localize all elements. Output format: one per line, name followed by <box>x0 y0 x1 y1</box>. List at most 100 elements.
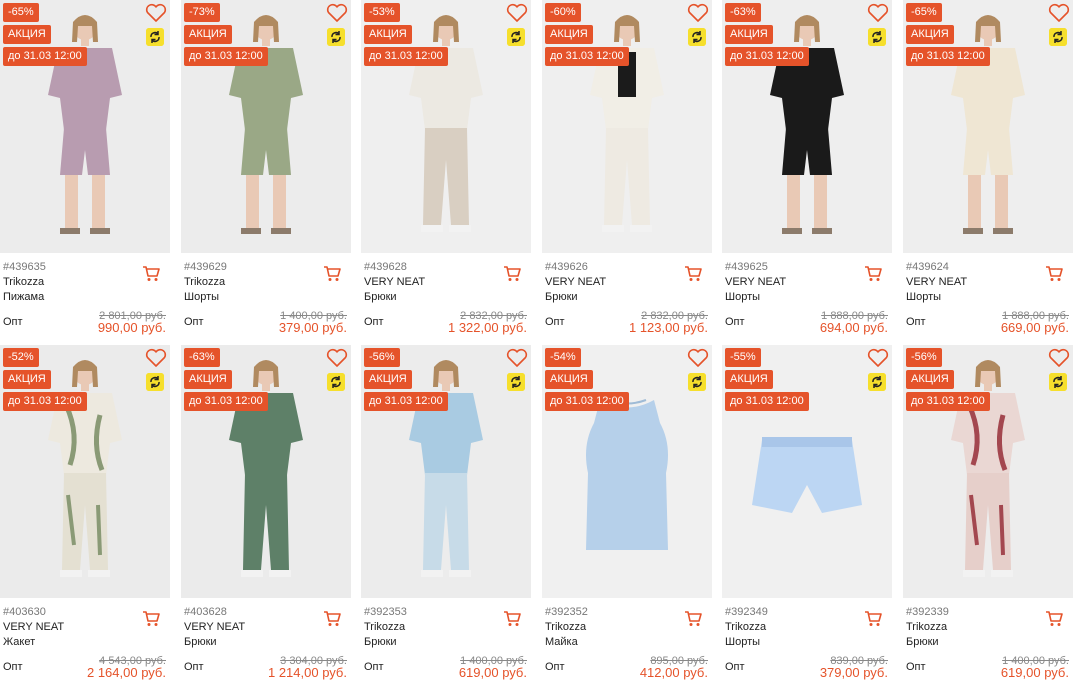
heart-icon[interactable] <box>326 3 348 23</box>
product-brand[interactable]: Trikozza <box>725 621 766 633</box>
product-brand[interactable]: VERY NEAT <box>545 276 606 288</box>
product-type[interactable]: Брюки <box>364 291 397 303</box>
product-type[interactable]: Жакет <box>3 636 35 648</box>
product-sku: #392353 <box>364 606 407 618</box>
product-info: #403628 VERY NEAT Брюки Опт 3 304,00 руб… <box>181 598 351 681</box>
exchange-icon <box>868 28 886 46</box>
product-brand[interactable]: Trikozza <box>545 621 586 633</box>
product-brand[interactable]: Trikozza <box>364 621 405 633</box>
product-card[interactable]: -65% АКЦИЯ до 31.03 12:00 #439635 Trikoz… <box>0 0 170 336</box>
wholesale-label: Опт <box>364 316 384 328</box>
exchange-icon <box>327 373 345 391</box>
product-card[interactable]: -56% АКЦИЯ до 31.03 12:00 #392353 Trikoz… <box>361 345 531 681</box>
discount-badge: -56% <box>906 348 942 367</box>
product-card[interactable]: -53% АКЦИЯ до 31.03 12:00 #439628 VERY N… <box>361 0 531 336</box>
product-type[interactable]: Брюки <box>545 291 578 303</box>
product-card[interactable]: -65% АКЦИЯ до 31.03 12:00 #439624 VERY N… <box>903 0 1073 336</box>
cart-icon[interactable] <box>503 610 521 627</box>
product-brand[interactable]: VERY NEAT <box>364 276 425 288</box>
discount-badge: -53% <box>364 3 400 22</box>
product-card[interactable]: -56% АКЦИЯ до 31.03 12:00 #392339 Trikoz… <box>903 345 1073 681</box>
product-sku: #403630 <box>3 606 46 618</box>
heart-icon[interactable] <box>145 3 167 23</box>
product-card[interactable]: -55% АКЦИЯ до 31.03 12:00 #392349 Trikoz… <box>722 345 892 681</box>
wholesale-label: Опт <box>725 661 745 673</box>
cart-icon[interactable] <box>503 265 521 282</box>
product-type[interactable]: Шорты <box>906 291 941 303</box>
heart-icon[interactable] <box>145 348 167 368</box>
cart-icon[interactable] <box>864 265 882 282</box>
product-card[interactable]: -63% АКЦИЯ до 31.03 12:00 #439625 VERY N… <box>722 0 892 336</box>
exchange-icon <box>868 373 886 391</box>
product-brand[interactable]: VERY NEAT <box>906 276 967 288</box>
product-type[interactable]: Шорты <box>725 636 760 648</box>
deadline-badge: до 31.03 12:00 <box>364 392 448 411</box>
product-brand[interactable]: VERY NEAT <box>725 276 786 288</box>
heart-icon[interactable] <box>1048 348 1070 368</box>
deadline-badge: до 31.03 12:00 <box>725 47 809 66</box>
product-card[interactable]: -63% АКЦИЯ до 31.03 12:00 #403628 VERY N… <box>181 345 351 681</box>
product-type[interactable]: Брюки <box>184 636 217 648</box>
current-price: 669,00 руб. <box>1000 320 1069 335</box>
product-type[interactable]: Брюки <box>906 636 939 648</box>
product-brand[interactable]: Trikozza <box>906 621 947 633</box>
product-type[interactable]: Шорты <box>184 291 219 303</box>
promo-badge: АКЦИЯ <box>906 25 954 44</box>
product-sku: #439628 <box>364 261 407 273</box>
cart-icon[interactable] <box>1045 265 1063 282</box>
wholesale-label: Опт <box>3 316 23 328</box>
discount-badge: -65% <box>906 3 942 22</box>
product-card[interactable]: -54% АКЦИЯ до 31.03 12:00 #392352 Trikoz… <box>542 345 712 681</box>
current-price: 1 214,00 руб. <box>267 665 347 680</box>
product-brand[interactable]: Trikozza <box>3 276 44 288</box>
deadline-badge: до 31.03 12:00 <box>364 47 448 66</box>
current-price: 619,00 руб. <box>1000 665 1069 680</box>
discount-badge: -63% <box>725 3 761 22</box>
cart-icon[interactable] <box>684 610 702 627</box>
current-price: 1 123,00 руб. <box>628 320 708 335</box>
deadline-badge: до 31.03 12:00 <box>3 47 87 66</box>
heart-icon[interactable] <box>506 348 528 368</box>
product-type[interactable]: Шорты <box>725 291 760 303</box>
cart-icon[interactable] <box>1045 610 1063 627</box>
promo-badge: АКЦИЯ <box>3 370 51 389</box>
cart-icon[interactable] <box>864 610 882 627</box>
wholesale-label: Опт <box>725 316 745 328</box>
heart-icon[interactable] <box>867 348 889 368</box>
heart-icon[interactable] <box>687 348 709 368</box>
product-brand[interactable]: VERY NEAT <box>184 621 245 633</box>
product-info: #439626 VERY NEAT Брюки Опт 2 832,00 руб… <box>542 253 712 336</box>
promo-badge: АКЦИЯ <box>184 370 232 389</box>
product-type[interactable]: Майка <box>545 636 578 648</box>
product-brand[interactable]: Trikozza <box>184 276 225 288</box>
product-type[interactable]: Брюки <box>364 636 397 648</box>
product-card[interactable]: -60% АКЦИЯ до 31.03 12:00 #439626 VERY N… <box>542 0 712 336</box>
heart-icon[interactable] <box>1048 3 1070 23</box>
deadline-badge: до 31.03 12:00 <box>545 47 629 66</box>
product-brand[interactable]: VERY NEAT <box>3 621 64 633</box>
cart-icon[interactable] <box>684 265 702 282</box>
product-type[interactable]: Пижама <box>3 291 44 303</box>
product-info: #392352 Trikozza Майка Опт 895,00 руб. 4… <box>542 598 712 681</box>
heart-icon[interactable] <box>687 3 709 23</box>
cart-icon[interactable] <box>323 610 341 627</box>
cart-icon[interactable] <box>323 265 341 282</box>
product-sku: #392349 <box>725 606 768 618</box>
heart-icon[interactable] <box>867 3 889 23</box>
heart-icon[interactable] <box>506 3 528 23</box>
exchange-icon <box>507 28 525 46</box>
cart-icon[interactable] <box>142 610 160 627</box>
product-info: #439629 Trikozza Шорты Опт 1 400,00 руб.… <box>181 253 351 336</box>
cart-icon[interactable] <box>142 265 160 282</box>
deadline-badge: до 31.03 12:00 <box>184 47 268 66</box>
promo-badge: АКЦИЯ <box>364 25 412 44</box>
current-price: 379,00 руб. <box>819 665 888 680</box>
product-card[interactable]: -52% АКЦИЯ до 31.03 12:00 #403630 VERY N… <box>0 345 170 681</box>
heart-icon[interactable] <box>326 348 348 368</box>
product-info: #403630 VERY NEAT Жакет Опт 4 543,00 руб… <box>0 598 170 681</box>
product-card[interactable]: -73% АКЦИЯ до 31.03 12:00 #439629 Trikoz… <box>181 0 351 336</box>
current-price: 2 164,00 руб. <box>86 665 166 680</box>
promo-badge: АКЦИЯ <box>906 370 954 389</box>
promo-badge: АКЦИЯ <box>3 25 51 44</box>
product-grid: -65% АКЦИЯ до 31.03 12:00 #439635 Trikoz… <box>0 0 1074 686</box>
